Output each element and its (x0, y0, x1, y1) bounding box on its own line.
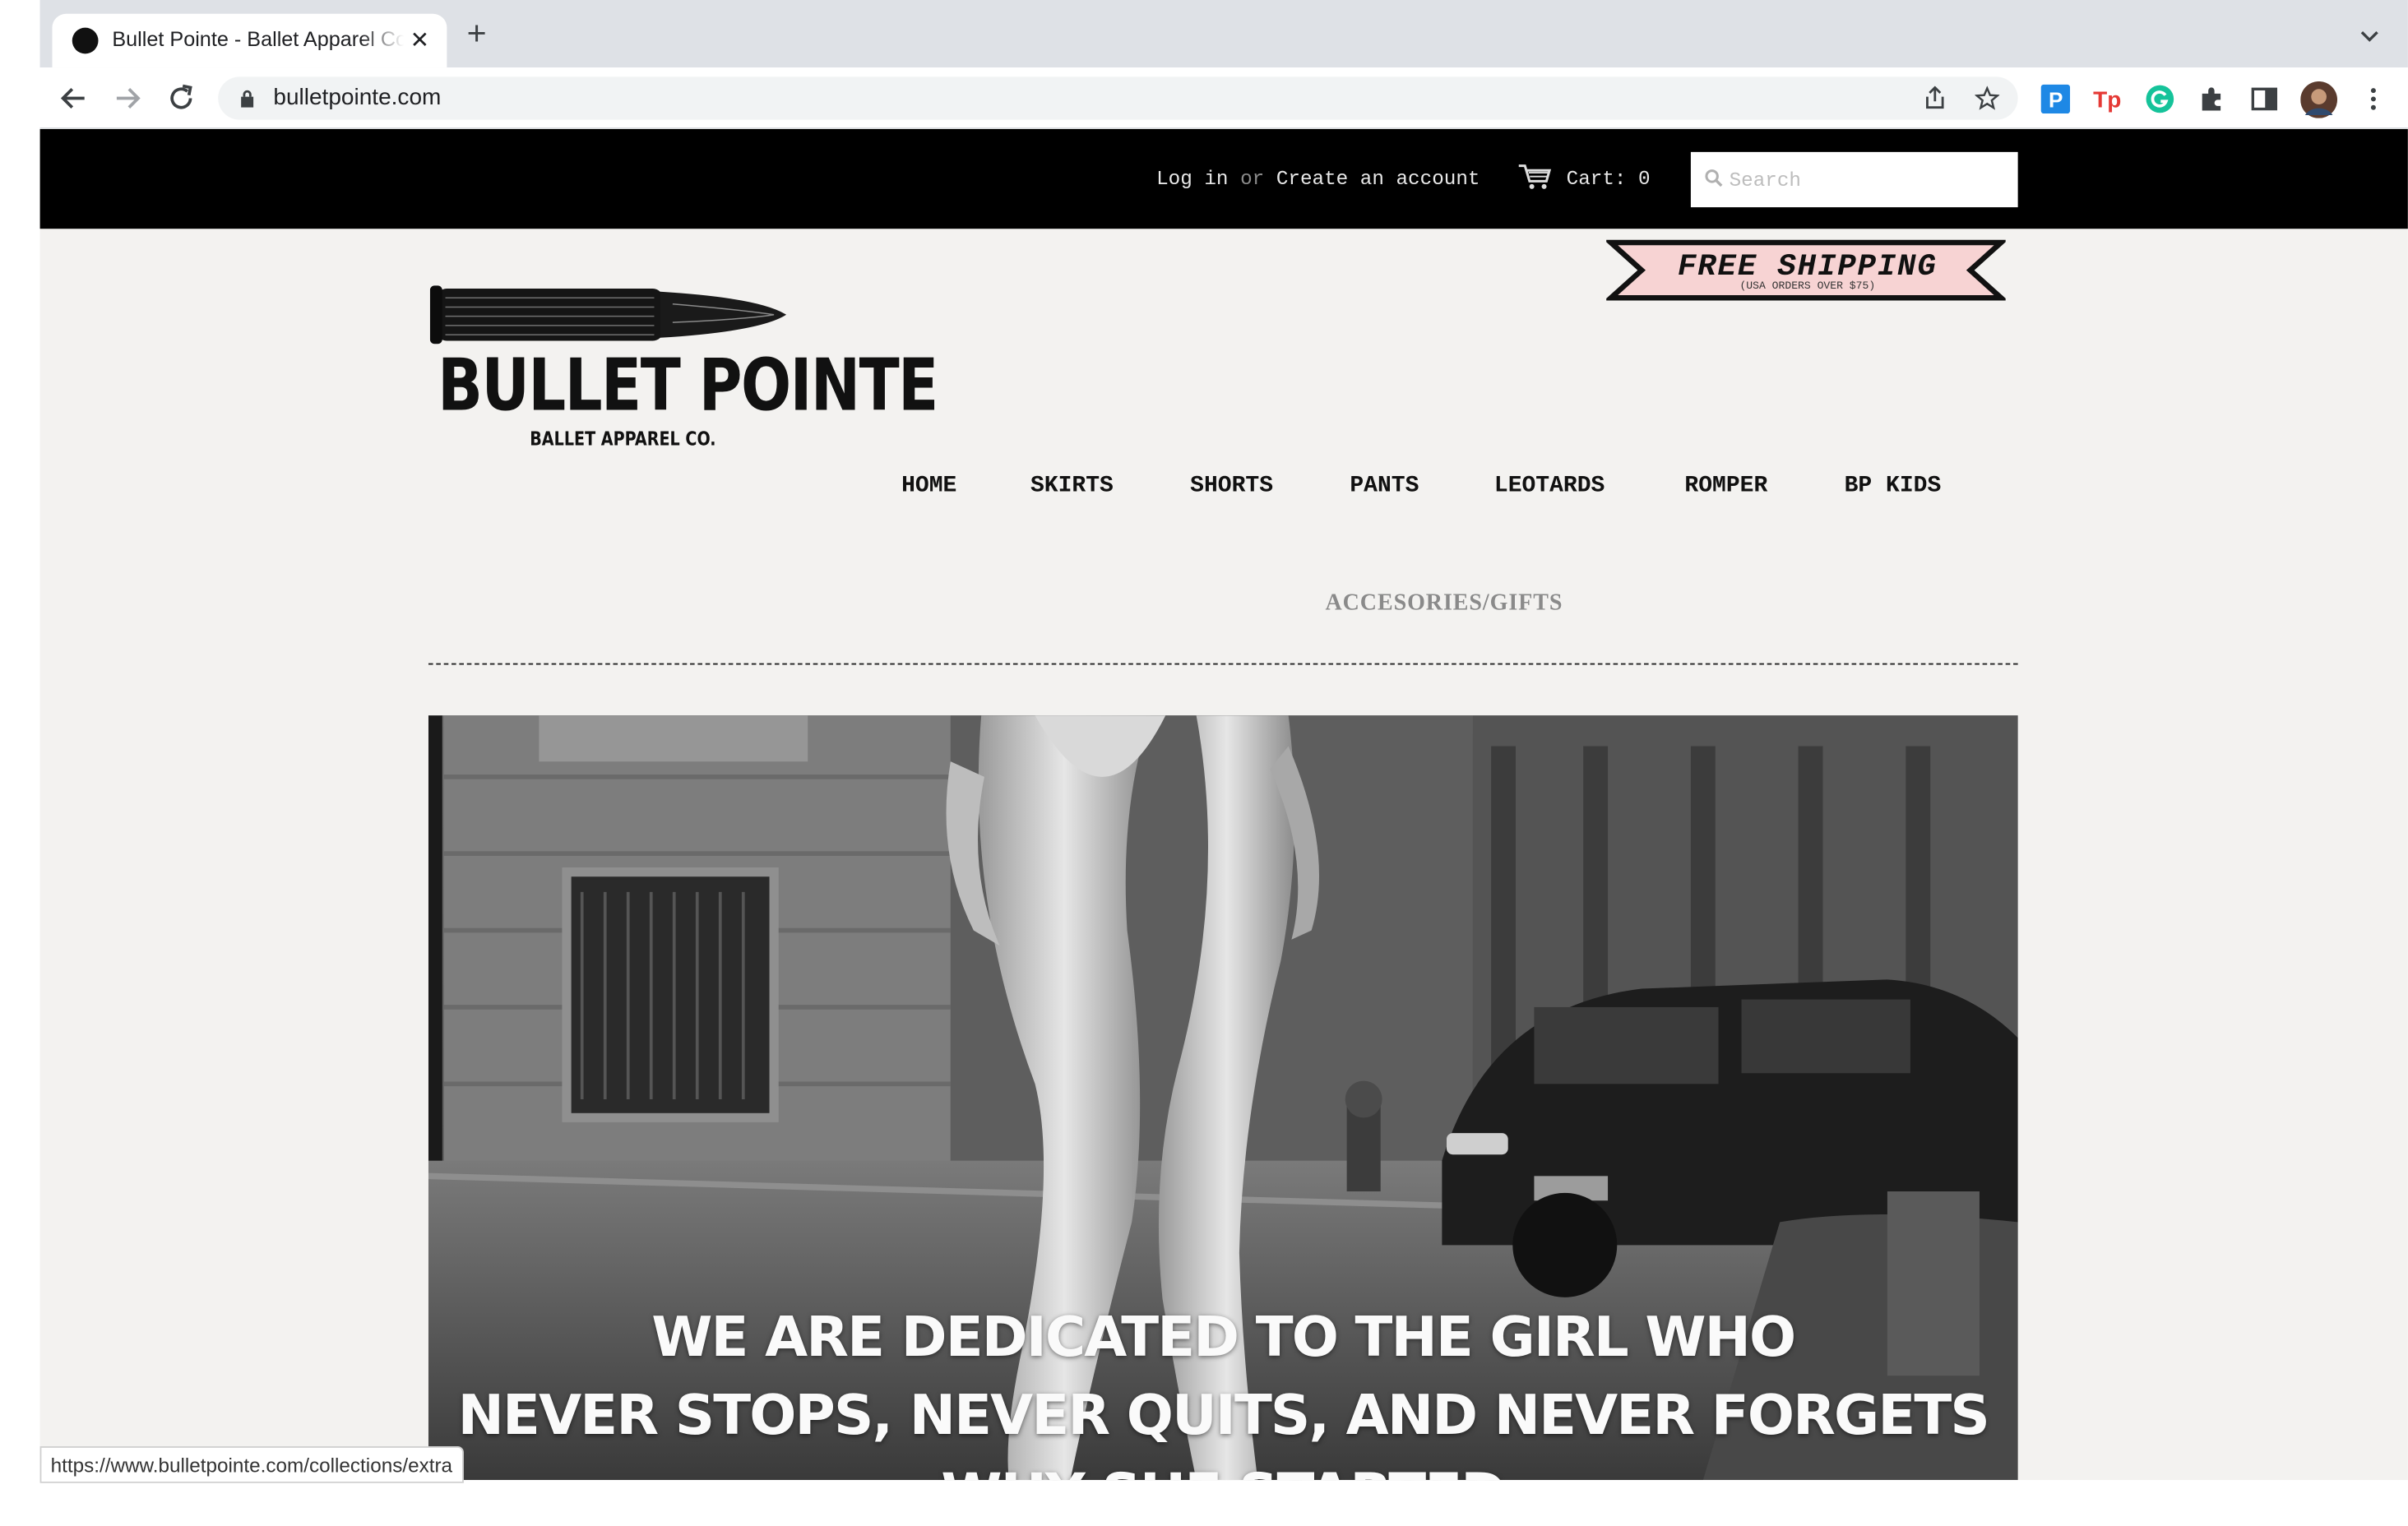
shopping-cart-icon[interactable] (1517, 163, 1553, 191)
nav-shorts[interactable]: SHORTS (1190, 473, 1273, 499)
nav-pants[interactable]: PANTS (1350, 473, 1419, 499)
side-panel-icon[interactable] (2250, 85, 2279, 113)
nav-home[interactable]: HOME (901, 473, 956, 499)
browser-tab-active[interactable]: Bullet Pointe - Ballet Apparel Co ✕ (52, 13, 447, 68)
login-link[interactable]: Log in (1156, 168, 1228, 191)
close-tab-icon[interactable]: ✕ (410, 26, 429, 54)
grammarly-icon[interactable] (2146, 85, 2174, 113)
reload-icon[interactable] (164, 81, 198, 115)
ext-p-icon[interactable]: P (2040, 84, 2071, 114)
hero-headline-line1: WE ARE DEDICATED TO THE GIRL WHO (651, 1306, 1796, 1370)
hero-slide[interactable]: WE ARE DEDICATED TO THE GIRL WHO NEVER S… (428, 715, 2018, 1481)
nav-accessories-gifts[interactable]: ACCESORIES/GIFTS (1325, 591, 1563, 617)
browser-menu-icon[interactable] (2359, 85, 2387, 113)
browser-toolbar: bulletpointe.com P Tp (39, 67, 2408, 129)
hero-headline-line2: NEVER STOPS, NEVER QUITS, AND NEVER FORG… (457, 1385, 1990, 1448)
extensions-puzzle-icon[interactable] (2197, 85, 2226, 113)
svg-text:Tp: Tp (2093, 87, 2121, 113)
logo-wordmark[interactable]: BULLET POINTE (438, 344, 938, 428)
url-text: bulletpointe.com (273, 84, 442, 111)
new-tab-button[interactable]: + (467, 16, 487, 50)
back-arrow-icon[interactable] (57, 81, 90, 115)
address-bar[interactable]: bulletpointe.com (218, 76, 2018, 120)
cart-link[interactable]: Cart: 0 (1567, 168, 1651, 191)
web-page: Log in or Create an account Cart: 0 FREE… (39, 128, 2408, 1481)
browser-tab-strip: Bullet Pointe - Ballet Apparel Co ✕ + (39, 0, 2408, 68)
logo-tagline: BALLET APPAREL CO. (530, 427, 716, 451)
site-favicon-icon (72, 27, 99, 54)
forward-arrow-icon[interactable] (110, 81, 144, 115)
lock-icon (241, 90, 254, 108)
tab-title: Bullet Pointe - Ballet Apparel Co (112, 27, 405, 51)
share-icon[interactable] (1923, 86, 1947, 111)
svg-text:P: P (2049, 88, 2063, 113)
hero-headline-line3: WHY SHE STARTED (428, 1464, 2018, 1481)
tab-search-chevron-icon[interactable] (2359, 25, 2380, 46)
banner-subtitle: (USA ORDERS OVER $75) (1739, 280, 1876, 294)
create-account-link[interactable]: Create an account (1276, 168, 1480, 191)
bookmark-star-icon[interactable] (1975, 86, 2000, 111)
nav-divider (428, 663, 2018, 665)
link-status-bubble: https://www.bulletpointe.com/collections… (39, 1445, 464, 1483)
ext-tp-icon[interactable]: Tp (2093, 85, 2122, 113)
nav-leotards[interactable]: LEOTARDS (1494, 473, 1605, 499)
site-top-bar: Log in or Create an account Cart: 0 (39, 128, 2408, 229)
nav-skirts[interactable]: SKIRTS (1030, 473, 1114, 499)
or-text: or (1240, 167, 1265, 191)
nav-bp-kids[interactable]: BP KIDS (1845, 473, 1942, 499)
nav-romper[interactable]: ROMPER (1684, 473, 1767, 499)
account-links: Log in or Create an account (1156, 168, 1480, 191)
search-input[interactable] (1729, 156, 2006, 203)
search-icon (1705, 169, 1723, 187)
profile-avatar[interactable] (2300, 81, 2338, 118)
bullet-logo-icon[interactable] (429, 276, 790, 353)
